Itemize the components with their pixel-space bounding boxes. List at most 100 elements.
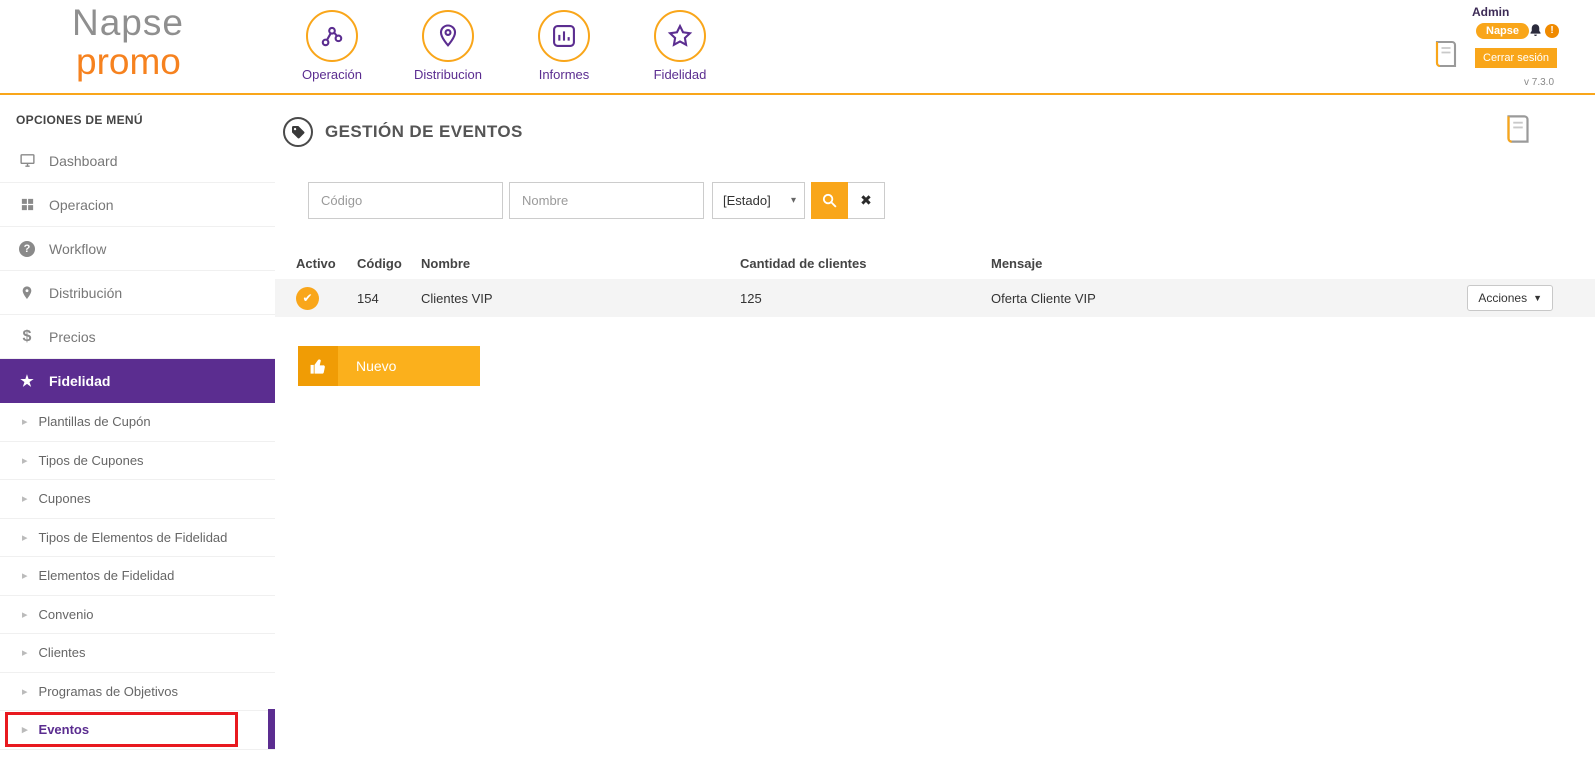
column-header-mensaje: Mensaje xyxy=(991,255,1043,271)
chevron-right-icon: ▸ xyxy=(22,416,28,429)
manual-book-icon[interactable] xyxy=(1428,36,1464,72)
sidebar-item-precios[interactable]: $ Precios xyxy=(0,315,275,359)
monitor-icon xyxy=(18,152,36,169)
sidebar-item-label: Operacion xyxy=(49,196,114,213)
search-button[interactable] xyxy=(811,182,848,219)
chevron-right-icon: ▸ xyxy=(22,685,28,698)
cell-nombre: Clientes VIP xyxy=(421,290,493,306)
bell-icon[interactable] xyxy=(1528,23,1543,39)
brand-name-bottom: promo xyxy=(76,40,181,82)
brand-logo: Napse promo xyxy=(72,2,184,82)
estado-select-value: [Estado] xyxy=(723,193,771,208)
sidebar-subitem-clientes[interactable]: ▸ Clientes xyxy=(0,634,275,673)
sidebar-item-label: Fidelidad xyxy=(49,373,111,389)
chevron-right-icon: ▸ xyxy=(22,493,28,506)
nav-label-distribucion: Distribucion xyxy=(414,67,482,82)
top-nav: Operación Distribucion Informes Fidelida… xyxy=(288,10,724,82)
app-version: v 7.3.0 xyxy=(1524,77,1555,88)
sidebar-subitem-label: Cupones xyxy=(38,491,91,507)
sidebar-subitem-label: Plantillas de Cupón xyxy=(38,414,151,430)
sidebar-subitem-label: Tipos de Elementos de Fidelidad xyxy=(38,529,228,545)
clear-filters-button[interactable]: ✖ xyxy=(848,182,885,219)
sidebar-subitem-elementos-de-fidelidad[interactable]: ▸ Elementos de Fidelidad xyxy=(0,557,275,596)
page-title: GESTIÓN DE EVENTOS xyxy=(325,122,523,141)
nav-item-operacion[interactable]: Operación xyxy=(288,10,376,82)
location-pin-icon xyxy=(18,285,36,301)
sidebar-subitem-cupones[interactable]: ▸ Cupones xyxy=(0,480,275,519)
chevron-right-icon: ▸ xyxy=(22,608,28,621)
nav-item-informes[interactable]: Informes xyxy=(520,10,608,82)
sidebar-item-operacion[interactable]: Operacion xyxy=(0,183,275,227)
chevron-right-icon: ▸ xyxy=(22,647,28,660)
app-header: Napse promo Operación Distribucion Infor… xyxy=(0,0,1595,95)
cell-codigo: 154 xyxy=(357,290,379,306)
nombre-input[interactable] xyxy=(509,182,704,219)
nav-label-informes: Informes xyxy=(538,67,590,82)
alert-icon[interactable]: ! xyxy=(1545,24,1559,38)
sidebar-subitem-tipos-de-cupones[interactable]: ▸ Tipos de Cupones xyxy=(0,442,275,480)
column-header-cantidad: Cantidad de clientes xyxy=(740,255,867,271)
chevron-right-icon: ▸ xyxy=(22,724,28,737)
chevron-down-icon: ▾ xyxy=(790,195,796,206)
sidebar-item-label: Distribución xyxy=(49,284,123,301)
codigo-input[interactable] xyxy=(308,182,503,219)
sidebar-item-fidelidad[interactable]: ★ Fidelidad xyxy=(0,359,275,403)
sidebar-item-dashboard[interactable]: Dashboard xyxy=(0,139,275,183)
active-check-icon: ✔ xyxy=(296,286,319,310)
user-name: Admin xyxy=(1472,5,1510,19)
sidebar-subitem-label: Eventos xyxy=(38,722,90,738)
search-icon xyxy=(822,193,837,208)
sidebar-subitem-label: Tipos de Cupones xyxy=(38,452,144,468)
tag-icon xyxy=(283,117,313,147)
cell-cantidad: 125 xyxy=(740,290,762,306)
table-row: ✔ 154 Clientes VIP 125 Oferta Cliente VI… xyxy=(275,279,1595,317)
star-icon: ★ xyxy=(20,373,34,390)
sidebar-item-workflow[interactable]: ? Workflow xyxy=(0,227,275,271)
filter-bar: [Estado] ▾ ✖ xyxy=(308,182,885,219)
bar-chart-icon xyxy=(538,10,590,62)
eventos-table: Activo Código Nombre Cantidad de cliente… xyxy=(275,247,1595,317)
sidebar-title: OPCIONES DE MENÚ xyxy=(16,113,143,127)
sidebar-subitem-plantillas-de-cupon[interactable]: ▸ Plantillas de Cupón xyxy=(0,403,275,442)
sidebar-item-label: Workflow xyxy=(49,240,107,257)
cell-mensaje: Oferta Cliente VIP xyxy=(991,290,1096,306)
manual-book-icon[interactable] xyxy=(1499,110,1537,148)
dollar-icon: $ xyxy=(22,327,32,345)
column-header-nombre: Nombre xyxy=(421,255,471,271)
column-header-activo: Activo xyxy=(296,255,336,271)
thumbs-up-icon xyxy=(298,346,338,386)
chevron-right-icon: ▸ xyxy=(22,531,28,544)
user-badge: Napse xyxy=(1476,23,1530,39)
nuevo-button[interactable]: Nuevo xyxy=(298,346,480,386)
sidebar-subitem-tipos-de-elementos-de-fidelidad[interactable]: ▸ Tipos de Elementos de Fidelidad xyxy=(0,519,275,557)
sidebar: OPCIONES DE MENÚ Dashboard Operacion ? W… xyxy=(0,97,277,775)
table-header-row: Activo Código Nombre Cantidad de cliente… xyxy=(275,247,1595,279)
sidebar-item-label: Dashboard xyxy=(49,152,118,169)
estado-select[interactable]: [Estado] ▾ xyxy=(712,182,805,219)
brand-name-top: Napse xyxy=(72,2,184,43)
chevron-down-icon: ▼ xyxy=(1533,293,1542,303)
logout-button[interactable]: Cerrar sesión xyxy=(1475,48,1558,68)
question-circle-icon: ? xyxy=(18,240,36,257)
chevron-right-icon: ▸ xyxy=(22,454,28,467)
sidebar-subitem-programas-de-objetivos[interactable]: ▸ Programas de Objetivos xyxy=(0,673,275,711)
column-header-codigo: Código xyxy=(357,255,402,271)
nav-item-fidelidad[interactable]: Fidelidad xyxy=(636,10,724,82)
nuevo-label: Nuevo xyxy=(356,358,397,374)
chevron-right-icon: ▸ xyxy=(22,570,28,583)
sidebar-item-distribucion[interactable]: Distribución xyxy=(0,271,275,315)
nav-item-distribucion[interactable]: Distribucion xyxy=(404,10,492,82)
sidebar-subitem-label: Programas de Objetivos xyxy=(38,683,178,699)
nav-label-fidelidad: Fidelidad xyxy=(653,67,707,82)
sidebar-subitem-eventos[interactable]: ▸ Eventos xyxy=(0,709,277,750)
nodes-icon xyxy=(306,10,358,62)
page-title-row: GESTIÓN DE EVENTOS xyxy=(283,117,523,147)
sidebar-subitem-label: Elementos de Fidelidad xyxy=(38,568,175,584)
sidebar-subitem-label: Clientes xyxy=(38,645,86,661)
acciones-button[interactable]: Acciones ▼ xyxy=(1467,285,1553,311)
acciones-label: Acciones xyxy=(1478,291,1528,305)
sidebar-subitem-convenio[interactable]: ▸ Convenio xyxy=(0,596,275,634)
sidebar-item-label: Precios xyxy=(49,328,96,345)
grid-icon xyxy=(18,197,36,212)
main-content: GESTIÓN DE EVENTOS [Estado] ▾ ✖ Activo C… xyxy=(275,97,1595,775)
